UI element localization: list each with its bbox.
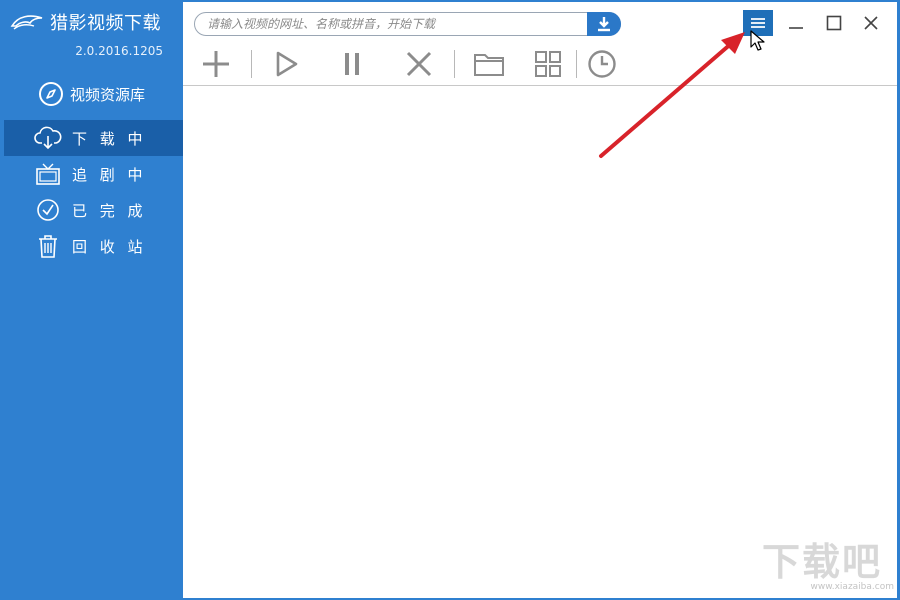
download-list: [183, 87, 897, 598]
trash-icon: [34, 233, 62, 259]
toolbar-separator: [576, 50, 577, 78]
sidebar-item-label: 已 完 成: [72, 201, 147, 220]
search-input[interactable]: [207, 15, 585, 33]
add-task-button[interactable]: [199, 48, 233, 80]
delete-icon: [406, 51, 432, 77]
open-folder-button[interactable]: [472, 48, 506, 80]
logo-icon: [10, 15, 43, 30]
sidebar-item-label: 下 载 中: [72, 129, 147, 148]
sidebar-item-label: 回 收 站: [72, 237, 147, 256]
watermark-text: 下载吧: [762, 540, 883, 584]
annotation-arrow: [599, 32, 745, 158]
sidebar-nav: 下 载 中 追 剧 中 已 完 成 回 收 站: [4, 120, 183, 264]
pause-icon: [345, 53, 359, 75]
start-button[interactable]: [270, 48, 304, 80]
video-library-label: 视频资源库: [70, 85, 146, 104]
delete-button[interactable]: [402, 48, 436, 80]
sidebar-item-following[interactable]: 追 剧 中: [4, 156, 183, 192]
sidebar: 猎影视频下载 2.0.2016.1205 视频资源库 下 载 中 追 剧 中 已…: [0, 0, 183, 600]
sidebar-item-recycle-bin[interactable]: 回 收 站: [4, 228, 183, 264]
sidebar-item-downloading[interactable]: 下 载 中: [4, 120, 183, 156]
maximize-icon: [826, 15, 842, 31]
tv-icon: [34, 161, 62, 187]
cloud-download-icon: [34, 125, 62, 151]
minimize-button[interactable]: [781, 10, 811, 36]
app-version: 2.0.2016.1205: [75, 44, 163, 58]
maximize-button[interactable]: [819, 10, 849, 36]
sidebar-item-completed[interactable]: 已 完 成: [4, 192, 183, 228]
app-title: 猎影视频下载: [50, 13, 161, 34]
close-icon: [864, 16, 878, 30]
toolbar-separator: [251, 50, 252, 78]
mouse-cursor-icon: [750, 30, 765, 51]
main-panel: [183, 2, 897, 598]
search-box: [194, 12, 621, 36]
play-icon: [276, 51, 298, 77]
toolbar-separator: [454, 50, 455, 78]
add-icon: [203, 51, 229, 77]
pause-button[interactable]: [335, 48, 369, 80]
brand: 猎影视频下载: [10, 8, 161, 36]
grid-view-button[interactable]: [531, 48, 565, 80]
compass-icon: [39, 82, 63, 106]
minimize-icon: [789, 27, 803, 29]
grid-icon: [535, 51, 561, 77]
check-circle-icon: [34, 197, 62, 223]
folder-icon: [474, 54, 504, 76]
sidebar-item-label: 追 剧 中: [72, 165, 147, 184]
video-library-link[interactable]: 视频资源库: [38, 80, 145, 108]
close-button[interactable]: [856, 10, 886, 36]
toolbar: [183, 42, 897, 86]
app-window: 猎影视频下载 2.0.2016.1205 视频资源库 下 载 中 追 剧 中 已…: [0, 0, 900, 600]
watermark: 下载吧 www.xiazaiba.com: [762, 540, 894, 596]
